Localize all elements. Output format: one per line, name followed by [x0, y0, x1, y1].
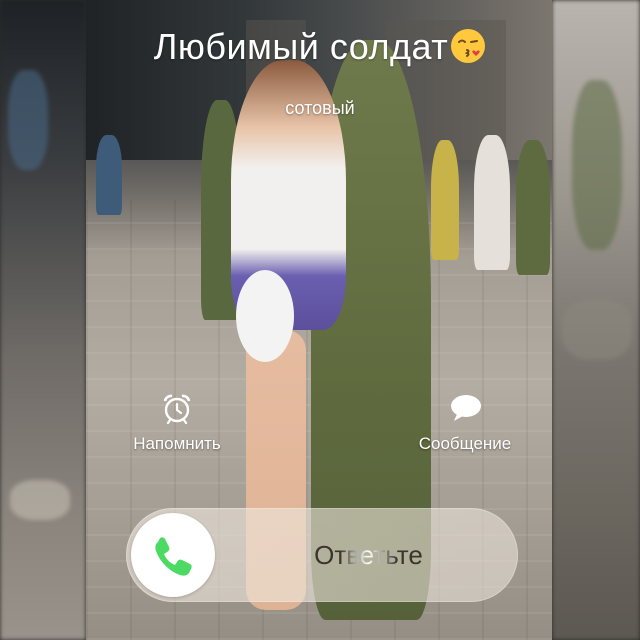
- photo-white-bag: [236, 270, 294, 362]
- phone-handset-icon: [155, 537, 192, 576]
- answer-slider[interactable]: Ответьте: [126, 508, 518, 602]
- blurred-background-right: [552, 0, 640, 640]
- alarm-clock-icon: [161, 392, 193, 425]
- photo-bystander: [431, 140, 459, 260]
- blurred-background-left: [0, 0, 86, 640]
- message-label: Сообщение: [418, 434, 512, 453]
- caller-name: Любимый солдат: [0, 26, 640, 68]
- answer-slider-label: Ответьте: [226, 508, 511, 602]
- photo-bystander: [516, 140, 550, 275]
- photo-bystander: [96, 135, 122, 215]
- speech-bubble-icon: [449, 392, 481, 424]
- caller-name-text: Любимый солдат: [153, 26, 449, 67]
- photo-bystander: [474, 135, 510, 270]
- kissing-face-emoji-icon: [450, 28, 486, 64]
- caller-number-type: сотовый: [285, 98, 355, 118]
- incoming-call-screen: Любимый солдат сотовый Напомнить Сообщен…: [0, 0, 640, 640]
- remind-me-button[interactable]: Напомнить: [107, 392, 247, 454]
- remind-me-label: Напомнить: [133, 434, 221, 453]
- message-button[interactable]: Сообщение: [395, 392, 535, 454]
- answer-slider-knob[interactable]: [131, 513, 215, 597]
